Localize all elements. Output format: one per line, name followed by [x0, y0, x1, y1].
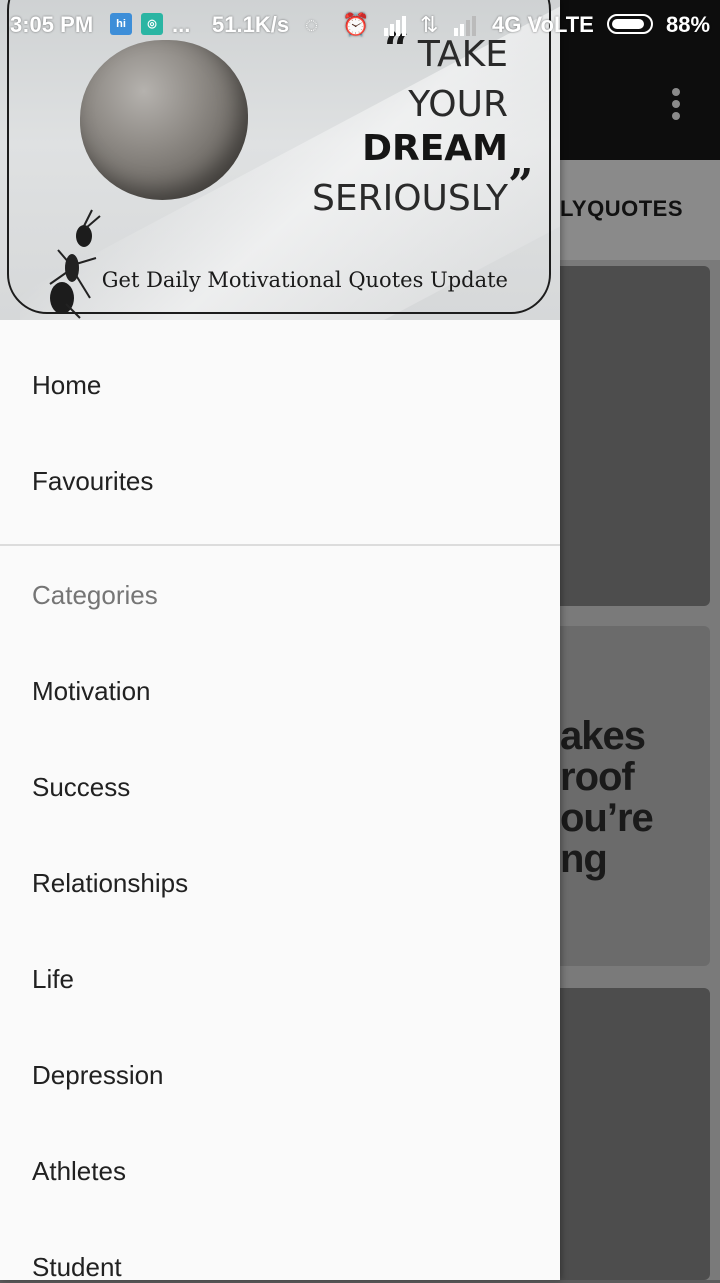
drawer-item-label: Home	[32, 370, 102, 400]
drawer-header-image: “ TAKE YOUR DREAM SERIOUSLY ” Get Daily …	[0, 0, 560, 320]
tab-dailyquotes[interactable]: LYQUOTES	[560, 196, 683, 222]
drawer-item-relationships[interactable]: Relationships	[0, 836, 560, 932]
drawer-divider	[0, 544, 560, 546]
quote-card-text: akes roof ou’re ng	[560, 714, 654, 881]
network-speed: 51.1K/s	[212, 12, 290, 37]
signal-icon-2	[454, 16, 476, 36]
drawer-item-label: Success	[32, 772, 131, 802]
quote-card[interactable]	[540, 988, 710, 1280]
drawer-item-student[interactable]: Student	[0, 1220, 560, 1282]
drawer-item-label: Life	[32, 964, 74, 994]
drawer-item-label: Student	[32, 1252, 122, 1282]
drawer-item-favourites[interactable]: Favourites	[0, 434, 560, 530]
hotspot-icon: ◌	[305, 12, 319, 37]
vpn-icon: ◎	[141, 13, 163, 35]
drawer-item-motivation[interactable]: Motivation	[0, 644, 560, 740]
drawer-item-label: Athletes	[32, 1156, 126, 1186]
header-quote-line: DREAM	[362, 128, 508, 169]
section-title-categories: Categories	[32, 580, 158, 610]
network-type: 4G VoLTE	[492, 12, 594, 37]
quote-card[interactable]	[540, 266, 710, 606]
drawer-item-label: Relationships	[32, 868, 189, 898]
drawer-item-label: Depression	[32, 1060, 164, 1090]
status-bar: 3:05 PM hi ◎ ... 51.1K/s ◌ ⏰ ⇅ 4G VoLTE …	[0, 0, 720, 48]
navigation-drawer: “ TAKE YOUR DREAM SERIOUSLY ” Get Daily …	[0, 0, 560, 1282]
header-tagline: Get Daily Motivational Quotes Update	[101, 268, 508, 292]
drawer-item-depression[interactable]: Depression	[0, 1028, 560, 1124]
signal-icon	[384, 16, 406, 36]
quote-card[interactable]: akes roof ou’re ng	[540, 626, 710, 966]
hike-icon: hi	[110, 13, 132, 35]
drawer-item-home[interactable]: Home	[0, 338, 560, 434]
overflow-menu-icon[interactable]	[656, 84, 696, 124]
drawer-item-success[interactable]: Success	[0, 740, 560, 836]
alarm-icon: ⏰	[342, 12, 370, 37]
battery-icon	[607, 14, 653, 34]
drawer-item-label: Favourites	[32, 466, 154, 496]
notification-dots: ...	[172, 12, 191, 37]
drawer-item-athletes[interactable]: Athletes	[0, 1124, 560, 1220]
header-quote-line: SERIOUSLY	[311, 178, 508, 219]
close-quote-icon: ”	[508, 160, 534, 211]
header-quote-line: YOUR	[408, 84, 508, 125]
drawer-item-label: Motivation	[32, 676, 151, 706]
status-time: 3:05 PM	[10, 12, 94, 37]
battery-percent: 88%	[666, 12, 711, 37]
drawer-item-life[interactable]: Life	[0, 932, 560, 1028]
data-arrows-icon: ⇅	[420, 12, 439, 37]
